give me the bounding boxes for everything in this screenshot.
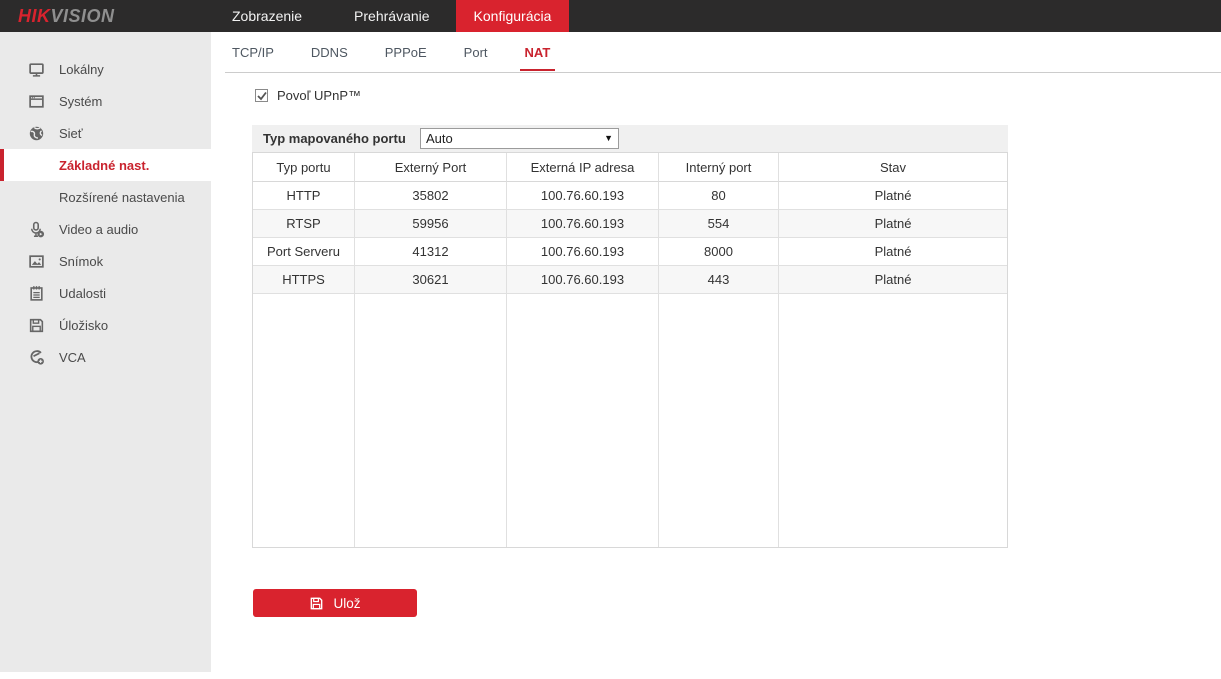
sidebar-item-syst-m[interactable]: Systém <box>0 85 211 117</box>
sidebar-item-label: Úložisko <box>59 318 108 333</box>
sidebar-item-label: Video a audio <box>59 222 138 237</box>
sidebar-item-vca[interactable]: VCA <box>0 341 211 373</box>
sidebar-item-label: Snímok <box>59 254 103 269</box>
top-nav-prehr-vanie[interactable]: Prehrávanie <box>328 0 456 32</box>
table-header-cell-extern-ip-adresa: Externá IP adresa <box>507 153 659 182</box>
port-mapping-row: Typ mapovaného portu Auto ▼ <box>252 125 1008 152</box>
logo-vision: VISION <box>51 6 115 26</box>
event-icon <box>28 285 45 302</box>
mic-icon <box>28 221 45 238</box>
table-cell: Platné <box>779 210 1007 238</box>
table-empty-cell <box>507 294 659 547</box>
save-button[interactable]: Ulož <box>253 589 417 617</box>
sidebar-item-lok-lny[interactable]: Lokálny <box>0 53 211 85</box>
tab-tcp-ip[interactable]: TCP/IP <box>227 45 279 71</box>
tab-pppoe[interactable]: PPPoE <box>380 45 432 71</box>
upnp-row: Povoľ UPnP™ <box>255 88 361 103</box>
table-row-https[interactable]: HTTPS30621100.76.60.193443Platné <box>253 266 1007 294</box>
table-header-row: Typ portuExterný PortExterná IP adresaIn… <box>253 153 1007 182</box>
sidebar-item-label: Sieť <box>59 126 83 141</box>
globe-icon <box>28 125 45 142</box>
top-nav-zobrazenie[interactable]: Zobrazenie <box>206 0 328 32</box>
table-header-cell-extern-port: Externý Port <box>355 153 507 182</box>
hikvision-logo: HIKVISION <box>18 0 115 32</box>
tab-ddns[interactable]: DDNS <box>306 45 353 71</box>
table-row-port-serveru[interactable]: Port Serveru41312100.76.60.1938000Platné <box>253 238 1007 266</box>
sidebar-item-roz-ren-nastavenia[interactable]: Rozšírené nastavenia <box>0 181 211 213</box>
table-cell: Platné <box>779 182 1007 210</box>
port-mapping-label: Typ mapovaného portu <box>263 125 406 152</box>
table-cell: HTTP <box>253 182 355 210</box>
table-cell: Platné <box>779 266 1007 294</box>
tab-nat[interactable]: NAT <box>520 45 556 71</box>
table-cell: 100.76.60.193 <box>507 238 659 266</box>
save-button-label: Ulož <box>333 596 360 611</box>
table-cell: 41312 <box>355 238 507 266</box>
table-cell: 30621 <box>355 266 507 294</box>
sidebar-item-udalosti[interactable]: Udalosti <box>0 277 211 309</box>
tab-port[interactable]: Port <box>459 45 493 71</box>
nat-port-table: Typ portuExterný PortExterná IP adresaIn… <box>252 152 1008 548</box>
table-row-http[interactable]: HTTP35802100.76.60.19380Platné <box>253 182 1007 210</box>
table-cell: Port Serveru <box>253 238 355 266</box>
sidebar-item-sie[interactable]: Sieť <box>0 117 211 149</box>
table-cell: 35802 <box>355 182 507 210</box>
top-nav-konfigur-cia[interactable]: Konfigurácia <box>456 0 570 32</box>
table-empty-cell <box>253 294 355 547</box>
table-cell: 80 <box>659 182 779 210</box>
sidebar-item-lo-isko[interactable]: Úložisko <box>0 309 211 341</box>
vca-icon <box>28 349 45 366</box>
table-header-cell-stav: Stav <box>779 153 1007 182</box>
top-bar: HIKVISION ZobrazeniePrehrávanieKonfigurá… <box>0 0 1221 32</box>
sidebar-item-label: Základné nast. <box>59 158 149 173</box>
table-empty-cell <box>355 294 507 547</box>
table-cell: 443 <box>659 266 779 294</box>
table-empty-cell <box>659 294 779 547</box>
table-cell: HTTPS <box>253 266 355 294</box>
table-cell: Platné <box>779 238 1007 266</box>
sidebar: Lokálny Systém Sieť Základné nast. Rozšírené… <box>0 32 211 672</box>
table-cell: 100.76.60.193 <box>507 210 659 238</box>
sidebar-item-label: Udalosti <box>59 286 106 301</box>
table-cell: 100.76.60.193 <box>507 266 659 294</box>
select-dropdown-arrow-icon: ▼ <box>604 129 613 148</box>
table-cell: 100.76.60.193 <box>507 182 659 210</box>
port-mapping-selected-value: Auto <box>426 131 453 146</box>
sidebar-item-label: Rozšírené nastavenia <box>59 190 185 205</box>
table-empty-cell <box>779 294 1007 547</box>
top-nav: ZobrazeniePrehrávanieKonfigurácia <box>206 0 569 32</box>
sidebar-list: Lokálny Systém Sieť Základné nast. Rozšírené… <box>0 32 211 373</box>
table-header-cell-typ-portu: Typ portu <box>253 153 355 182</box>
table-body: HTTP35802100.76.60.19380PlatnéRTSP599561… <box>253 182 1007 294</box>
table-header-cell-intern-port: Interný port <box>659 153 779 182</box>
window-icon <box>28 93 45 110</box>
save-floppy-icon <box>309 596 324 611</box>
tabs-divider <box>225 72 1221 73</box>
sidebar-item-z-kladn-nast[interactable]: Základné nast. <box>0 149 211 181</box>
logo-hik: HIK <box>18 6 51 26</box>
image-icon <box>28 253 45 270</box>
sidebar-item-label: Systém <box>59 94 102 109</box>
table-cell: 59956 <box>355 210 507 238</box>
storage-icon <box>28 317 45 334</box>
table-cell: 554 <box>659 210 779 238</box>
sidebar-item-label: VCA <box>59 350 86 365</box>
monitor-icon <box>28 61 45 78</box>
app-window: HIKVISION ZobrazeniePrehrávanieKonfigurá… <box>0 0 1221 679</box>
sidebar-item-sn-mok[interactable]: Snímok <box>0 245 211 277</box>
content-panel: TCP/IP DDNS PPPoE Port NAT Povoľ UPnP™ Typ m… <box>211 32 1221 679</box>
table-cell: RTSP <box>253 210 355 238</box>
table-row-rtsp[interactable]: RTSP59956100.76.60.193554Platné <box>253 210 1007 238</box>
table-cell: 8000 <box>659 238 779 266</box>
upnp-checkbox-label: Povoľ UPnP™ <box>277 88 361 103</box>
checkmark-icon <box>256 90 268 102</box>
settings-tabs: TCP/IP DDNS PPPoE Port NAT <box>227 45 582 71</box>
sidebar-item-label: Lokálny <box>59 62 104 77</box>
port-mapping-select[interactable]: Auto ▼ <box>420 128 619 149</box>
upnp-checkbox[interactable] <box>255 89 268 102</box>
sidebar-item-video-a-audio[interactable]: Video a audio <box>0 213 211 245</box>
table-empty-area <box>253 294 1007 547</box>
